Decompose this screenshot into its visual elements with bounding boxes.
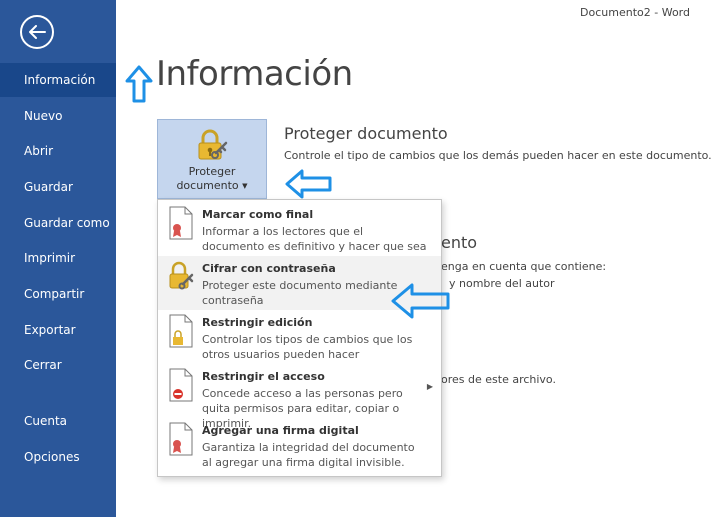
backstage-sidebar: Información Nuevo Abrir Guardar Guardar … bbox=[0, 0, 116, 517]
inspect-text-fragment: enga en cuenta que contiene: bbox=[441, 260, 607, 273]
lock-key-icon bbox=[198, 129, 228, 160]
document-ribbon-icon bbox=[169, 206, 193, 240]
document-no-access-icon bbox=[169, 368, 193, 402]
page-title: Información bbox=[156, 54, 353, 94]
sidebar-item-nuevo[interactable]: Nuevo bbox=[0, 99, 116, 133]
sidebar-item-label: Exportar bbox=[24, 323, 76, 337]
annotation-arrow-up-icon bbox=[125, 65, 153, 103]
menu-item-restringir-el-acceso[interactable]: Restringir el acceso Concede acceso a la… bbox=[158, 364, 441, 430]
protect-description: Controle el tipo de cambios que los demá… bbox=[284, 149, 712, 162]
protect-document-menu: Marcar como final Informar a los lectore… bbox=[157, 199, 442, 477]
sidebar-item-cerrar[interactable]: Cerrar bbox=[0, 348, 116, 382]
menu-item-title: Restringir el acceso bbox=[202, 370, 325, 383]
sidebar-item-exportar[interactable]: Exportar bbox=[0, 313, 116, 347]
sidebar-item-label: Información bbox=[24, 73, 96, 87]
sidebar-item-label: Abrir bbox=[24, 144, 54, 158]
document-signature-icon bbox=[169, 422, 193, 456]
lock-key-icon bbox=[169, 261, 194, 290]
back-button[interactable] bbox=[20, 15, 54, 49]
sidebar-item-label: Cerrar bbox=[24, 358, 62, 372]
sidebar-item-label: Compartir bbox=[24, 287, 85, 301]
menu-item-title: Cifrar con contraseña bbox=[202, 262, 336, 275]
sidebar-item-abrir[interactable]: Abrir bbox=[0, 134, 116, 168]
sidebar-item-cuenta[interactable]: Cuenta bbox=[0, 404, 116, 438]
arrow-left-icon bbox=[29, 25, 46, 39]
inspect-heading-fragment: ento bbox=[441, 233, 478, 252]
sidebar-item-guardar-como[interactable]: Guardar como bbox=[0, 206, 116, 240]
sidebar-item-imprimir[interactable]: Imprimir bbox=[0, 241, 116, 275]
dropdown-caret-icon: ▼ bbox=[242, 182, 248, 190]
menu-item-agregar-firma-digital[interactable]: Agregar una firma digital Garantiza la i… bbox=[158, 418, 441, 472]
sidebar-item-opciones[interactable]: Opciones bbox=[0, 440, 116, 474]
protect-document-button[interactable]: Proteger documento ▼ bbox=[157, 119, 267, 199]
sidebar-item-label: Guardar como bbox=[24, 216, 110, 230]
protect-button-label: Proteger documento ▼ bbox=[176, 165, 248, 192]
sidebar-item-label: Imprimir bbox=[24, 251, 76, 265]
document-lock-icon bbox=[169, 314, 193, 348]
versions-text-fragment: ores de este archivo. bbox=[441, 373, 556, 386]
menu-item-title: Agregar una firma digital bbox=[202, 424, 359, 437]
sidebar-item-compartir[interactable]: Compartir bbox=[0, 277, 116, 311]
sidebar-item-guardar[interactable]: Guardar bbox=[0, 170, 116, 204]
menu-item-title: Marcar como final bbox=[202, 208, 314, 221]
protect-heading: Proteger documento bbox=[284, 124, 448, 143]
annotation-arrow-left-icon bbox=[285, 169, 332, 199]
sidebar-item-label: Cuenta bbox=[24, 414, 68, 428]
menu-item-description: Garantiza la integridad del documento al… bbox=[202, 441, 415, 469]
menu-item-title: Restringir edición bbox=[202, 316, 313, 329]
menu-item-description: Controlar los tipos de cambios que los o… bbox=[202, 333, 413, 361]
sidebar-item-label: Guardar bbox=[24, 180, 73, 194]
sidebar-item-label: Opciones bbox=[24, 450, 80, 464]
menu-item-marcar-como-final[interactable]: Marcar como final Informar a los lectore… bbox=[158, 202, 441, 268]
window-title: Documento2 - Word bbox=[580, 6, 690, 19]
inspect-text-fragment: y nombre del autor bbox=[449, 277, 555, 290]
sidebar-item-label: Nuevo bbox=[24, 109, 63, 123]
chevron-right-icon: ▶ bbox=[426, 382, 433, 391]
annotation-arrow-left-icon bbox=[391, 283, 450, 319]
sidebar-item-informacion[interactable]: Información bbox=[0, 63, 116, 97]
